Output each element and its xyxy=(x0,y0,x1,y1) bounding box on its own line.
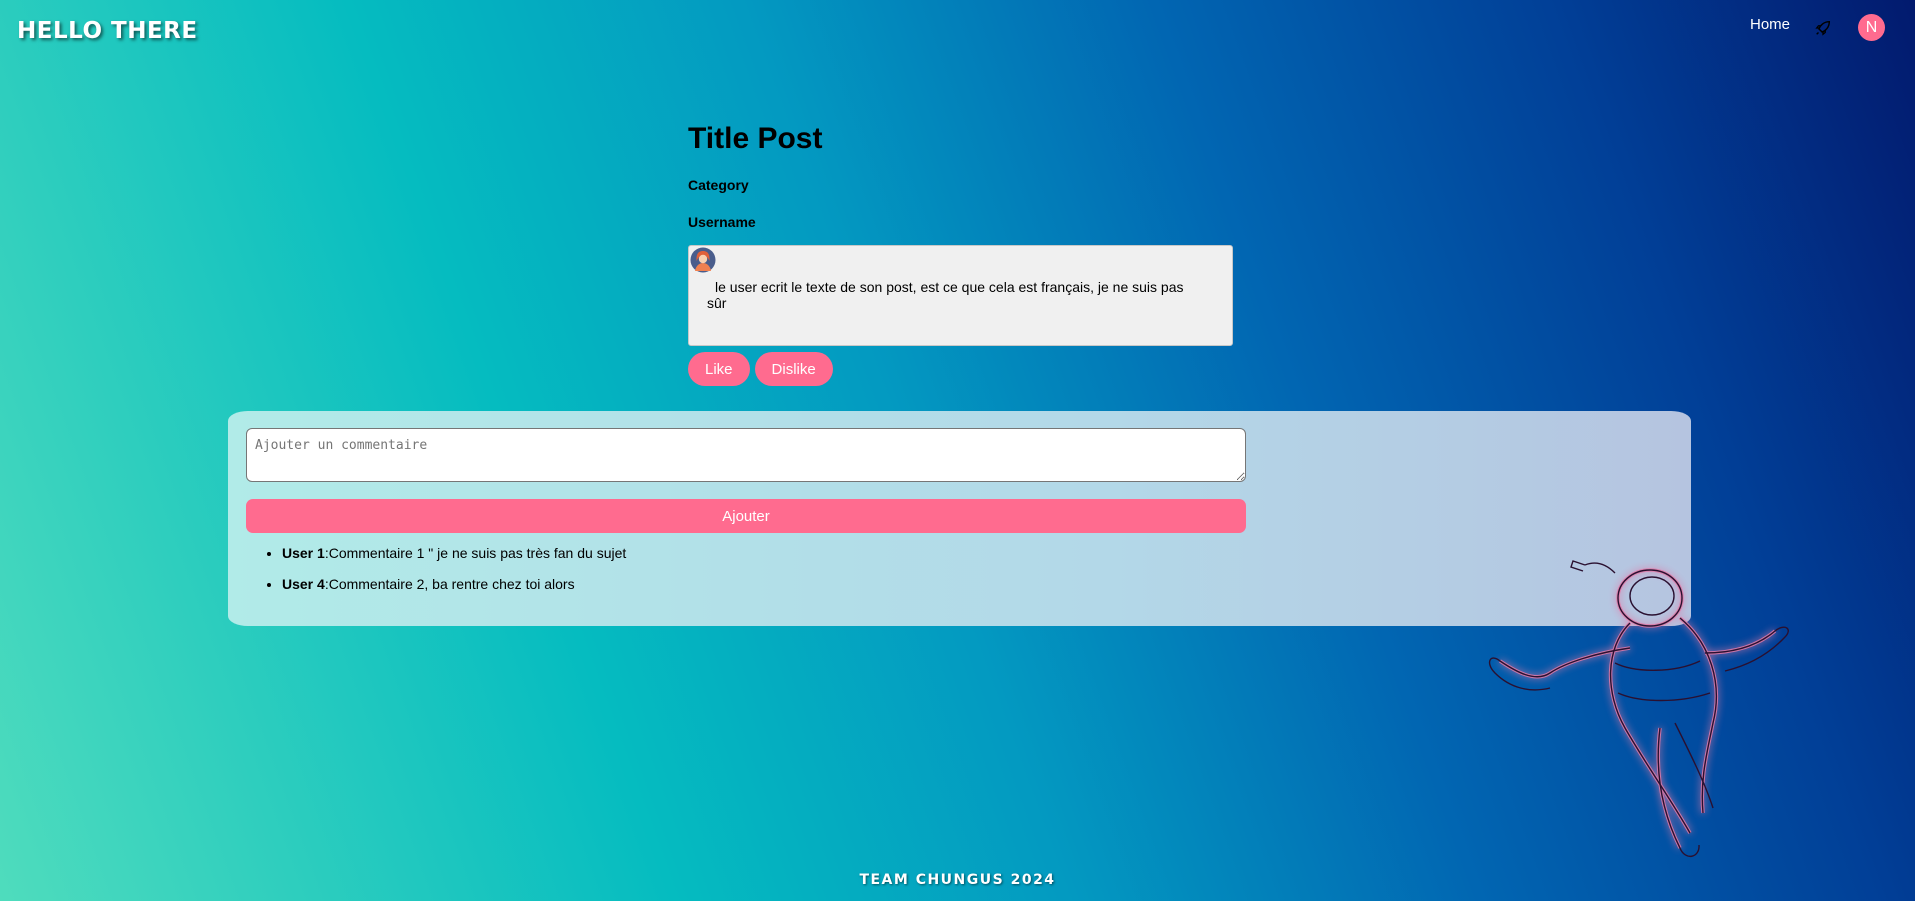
vote-row: Like Dislike xyxy=(688,352,1233,386)
add-comment-button[interactable]: Ajouter xyxy=(246,499,1246,533)
like-button[interactable]: Like xyxy=(688,352,750,386)
user-avatar[interactable]: N xyxy=(1858,14,1885,41)
site-logo[interactable]: HELLO THERE xyxy=(17,18,198,44)
top-nav: Home N xyxy=(1750,14,1885,41)
astronaut-illustration xyxy=(1488,560,1789,857)
author-avatar-icon xyxy=(690,247,716,273)
comment-text: :Commentaire 2, ba rentre chez toi alors xyxy=(324,576,575,592)
comment-author: User 1 xyxy=(282,545,325,561)
post-text: le user ecrit le texte de son post, est … xyxy=(707,279,1184,311)
nav-home-link[interactable]: Home xyxy=(1750,16,1790,33)
post-username: Username xyxy=(688,214,756,230)
comment-text: :Commentaire 1 " je ne suis pas très fan… xyxy=(324,545,627,561)
post-card: Title Post Category Username le user ecr… xyxy=(688,122,1233,386)
post-category: Category xyxy=(688,177,749,193)
comment-author: User 4 xyxy=(282,576,325,592)
comment-input[interactable] xyxy=(246,428,1246,482)
post-title: Title Post xyxy=(688,122,823,155)
rocket-icon[interactable] xyxy=(1814,19,1832,37)
post-body: le user ecrit le texte de son post, est … xyxy=(688,245,1233,346)
footer-text: TEAM CHUNGUS 2024 xyxy=(859,872,1056,888)
dislike-button[interactable]: Dislike xyxy=(754,352,833,386)
